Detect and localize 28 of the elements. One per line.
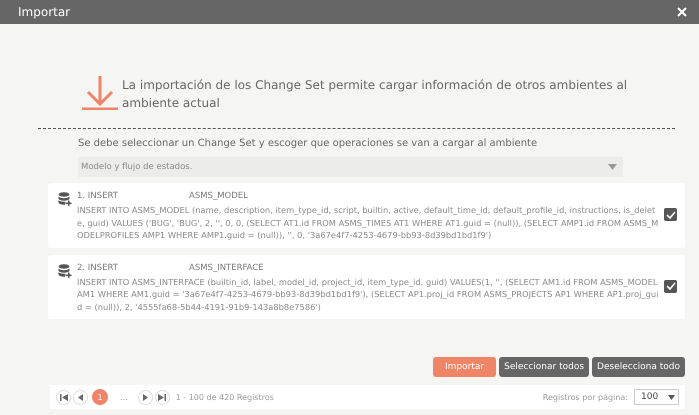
previous-page-icon[interactable] <box>73 390 88 404</box>
page-ellipsis: ... <box>120 392 128 402</box>
per-page-dropdown[interactable]: 100 <box>634 389 679 405</box>
selection-button[interactable]: Deselecciona todo <box>592 357 685 377</box>
per-page-label: Registros por página: <box>542 392 628 402</box>
sql-statement: INSERT INTO ASMS_MODEL (name, description, item_type_id, script, builtin, active, default_time_id, default_profile_id, instructions, is_delete, guid) VALUES ('BUG', 'BUG', 2, '', 0, 0, (SELECT AT1.id FROM ASMS_TIMES AT1 WHERE AT1.guid = (null)), (SELECT AMP1.id FROM ASMS_MODELPROFILES AMP1 WHERE AMP1.guid = (null)), '', 0, '3a67e4f7-4253-4679-bb93-8d39bd1bd1f9') <box>77 204 659 242</box>
database-add-icon <box>58 264 72 278</box>
table-name: ASMS_INTERFACE <box>189 262 264 272</box>
table-name: ASMS_MODEL <box>189 191 248 201</box>
selection-button[interactable]: Seleccionar todos <box>499 357 590 377</box>
database-add-icon <box>58 192 72 206</box>
instruction-text: Se debe seleccionar un Change Set y escoger que operaciones se van a cargar al ambiente <box>78 138 538 149</box>
close-icon[interactable] <box>677 7 687 17</box>
dropdown-caret-icon <box>668 394 675 400</box>
operation-label: 2. INSERT <box>77 262 119 272</box>
intro-text: La importación de los Change Set permite cargar información de otros ambientes al ambiente actual <box>122 77 628 112</box>
dropdown-caret-icon <box>608 164 617 170</box>
checkbox[interactable] <box>664 208 677 221</box>
changeset-dropdown[interactable]: Modelo y flujo de estados. <box>78 157 623 177</box>
window-title: Importar <box>18 5 70 19</box>
download-icon <box>82 76 118 110</box>
first-page-icon[interactable] <box>56 390 71 404</box>
operation-label: 1. INSERT <box>77 191 119 201</box>
next-page-icon[interactable] <box>138 390 153 404</box>
checkbox[interactable] <box>664 280 677 292</box>
sql-statement: INSERT INTO ASMS_INTERFACE (builtin_id, label, model_id, project_id, item_type_id, guid) VALUES(1, '', (SELECT AM1.id FROM ASMS_MODEL AM1 WHERE AM1.guid = '3a67e4f7-4253-4679-bb93-8d39bd1bd1f9'), (SELECT AP1.proj_id FROM ASMS_PROJECTS AP1 WHERE AP1.proj_guid = (null)), 2, '4555fa68-5b44-4191-91b9-143a8b8e7586') <box>77 276 659 313</box>
last-page-icon[interactable] <box>154 390 170 404</box>
records-summary: 1 - 100 de 420 Registros <box>176 392 274 402</box>
